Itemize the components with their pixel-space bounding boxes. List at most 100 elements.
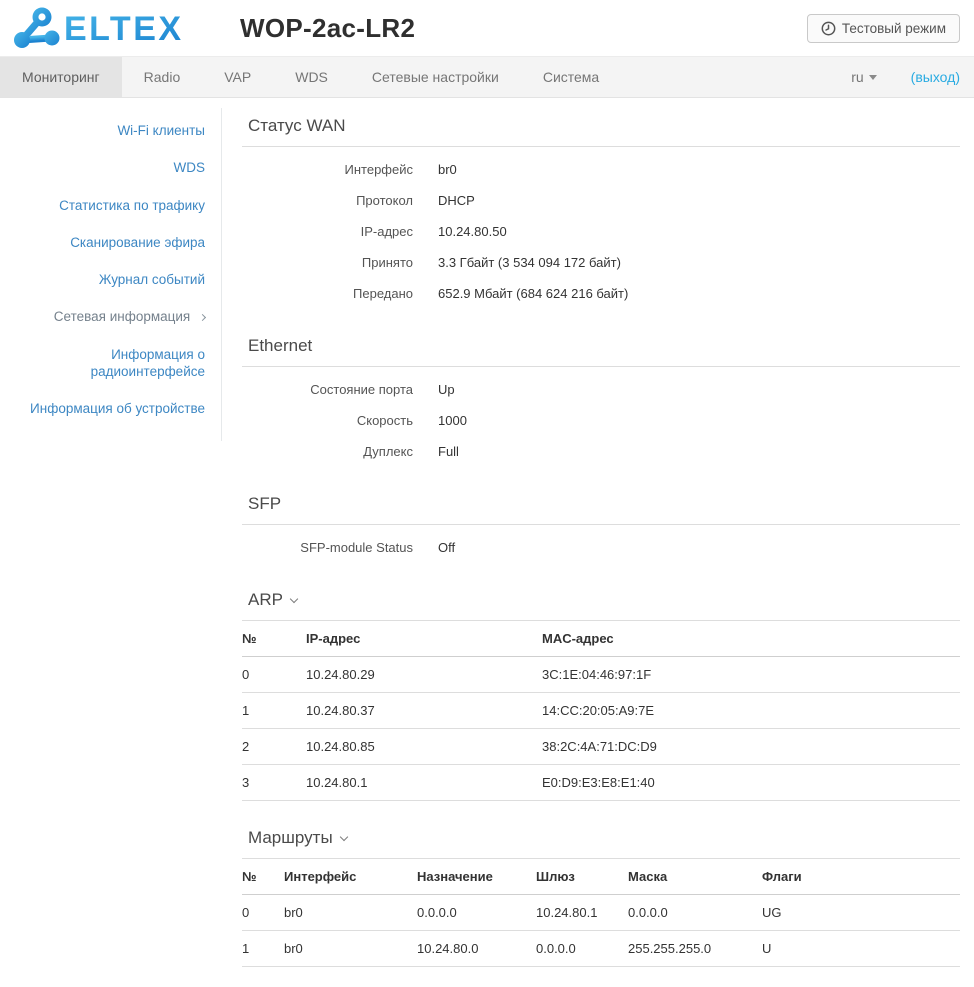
arp-cell-mac: 38:2C:4A:71:DC:D9	[542, 728, 960, 765]
arp-cell-ip: 10.24.80.29	[306, 656, 542, 693]
arp-cell-mac: 14:CC:20:05:A9:7E	[542, 692, 960, 729]
routes-cell-number: 1	[242, 930, 284, 967]
routes-section-title: Маршруты	[242, 828, 960, 859]
sidebar-item-device-info[interactable]: Информация об устройстве	[0, 390, 221, 427]
arp-col-mac: MAC-адрес	[542, 621, 960, 657]
kv-label: Дуплекс	[363, 444, 413, 459]
sidebar-item-event-log[interactable]: Журнал событий	[0, 261, 221, 298]
kv-row-interface: Интерфейс br0	[242, 154, 960, 185]
tab-monitoring[interactable]: Мониторинг	[0, 57, 122, 97]
routes-cell-flags: U	[762, 930, 960, 967]
sidebar-item-air-scan[interactable]: Сканирование эфира	[0, 224, 221, 261]
eltex-logo: ELTEX	[10, 5, 186, 51]
test-mode-button[interactable]: Тестовый режим	[806, 13, 960, 43]
arp-cell-number: 0	[242, 656, 306, 693]
sidebar-item-wifi-clients[interactable]: Wi-Fi клиенты	[0, 112, 221, 149]
arp-cell-mac: E0:D9:E3:E8:E1:40	[542, 764, 960, 801]
sidebar-item-traffic-stats[interactable]: Статистика по трафику	[0, 187, 221, 224]
kv-value: 652.9 Мбайт (684 624 216 байт)	[438, 286, 629, 301]
routes-cell-destination: 10.24.80.0	[417, 930, 536, 967]
logout-link[interactable]: (выход)	[911, 69, 960, 85]
kv-value: Up	[438, 382, 455, 397]
kv-label: Состояние порта	[310, 382, 413, 397]
sidebar-item-network-info[interactable]: Сетевая информация	[0, 298, 221, 335]
kv-value: 10.24.80.50	[438, 224, 507, 239]
main-panel: Статус WAN Интерфейс br0 Протокол DHCP I…	[222, 98, 974, 987]
eltex-logo-icon: ELTEX	[14, 7, 184, 48]
routes-col-interface: Интерфейс	[284, 859, 417, 895]
sidebar-list: Wi-Fi клиенты WDS Статистика по трафику …	[0, 108, 222, 442]
kv-row-port-state: Состояние порта Up	[242, 374, 960, 405]
page-title: WOP-2ac-LR2	[240, 12, 416, 43]
eltex-wordmark: ELTEX	[64, 10, 184, 48]
sidebar-item-label: Сетевая информация	[53, 309, 191, 325]
kv-label: Передано	[353, 286, 413, 301]
language-value: ru	[851, 69, 864, 85]
sidebar: Wi-Fi клиенты WDS Статистика по трафику …	[0, 98, 222, 442]
table-row: 1 br0 10.24.80.0 0.0.0.0 255.255.255.0 U	[242, 930, 960, 967]
tab-wds[interactable]: WDS	[273, 57, 350, 97]
navbar-right: ru (выход)	[851, 57, 974, 97]
top-navbar: Мониторинг Radio VAP WDS Сетевые настрой…	[0, 56, 974, 98]
tab-vap[interactable]: VAP	[202, 57, 273, 97]
routes-cell-interface: br0	[284, 930, 417, 967]
routes-cell-flags: UG	[762, 894, 960, 931]
clock-icon	[821, 21, 836, 35]
chevron-down-icon[interactable]	[339, 832, 348, 842]
kv-value: 3.3 Гбайт (3 534 094 172 байт)	[438, 255, 621, 270]
table-row: 1 10.24.80.37 14:CC:20:05:A9:7E	[242, 692, 960, 729]
routes-table: № Интерфейс Назначение Шлюз Маска Флаги …	[242, 859, 960, 967]
arp-cell-number: 2	[242, 728, 306, 765]
tab-system[interactable]: Система	[521, 57, 621, 97]
kv-row-transmitted: Передано 652.9 Мбайт (684 624 216 байт)	[242, 278, 960, 309]
routes-header-row: № Интерфейс Назначение Шлюз Маска Флаги	[242, 859, 960, 895]
kv-label: Скорость	[356, 413, 413, 428]
chevron-right-icon	[198, 314, 207, 322]
content-area: Wi-Fi клиенты WDS Статистика по трафику …	[0, 98, 974, 987]
arp-section-title: ARP	[242, 590, 960, 621]
test-mode-label: Тестовый режим	[841, 20, 946, 36]
kv-row-received: Принято 3.3 Гбайт (3 534 094 172 байт)	[242, 247, 960, 278]
sfp-section-title: SFP	[242, 494, 960, 525]
arp-cell-number: 3	[242, 764, 306, 801]
kv-row-sfp-status: SFP-module Status Off	[242, 532, 960, 563]
kv-row-duplex: Дуплекс Full	[242, 436, 960, 467]
language-dropdown[interactable]: ru	[851, 69, 877, 85]
sidebar-item-radio-info[interactable]: Информация о радиоинтерфейсе	[0, 336, 221, 391]
table-row: 0 br0 0.0.0.0 10.24.80.1 0.0.0.0 UG	[242, 894, 960, 931]
kv-label: Принято	[361, 255, 413, 270]
routes-col-flags: Флаги	[762, 859, 960, 895]
kv-row-ip-address: IP-адрес 10.24.80.50	[242, 216, 960, 247]
routes-col-mask: Маска	[628, 859, 762, 895]
routes-col-gateway: Шлюз	[536, 859, 628, 895]
sfp-list: SFP-module Status Off	[242, 525, 960, 563]
caret-down-icon	[868, 74, 877, 80]
routes-col-number: №	[242, 859, 284, 895]
routes-cell-destination: 0.0.0.0	[417, 894, 536, 931]
routes-cell-number: 0	[242, 894, 284, 931]
wan-status-list: Интерфейс br0 Протокол DHCP IP-адрес 10.…	[242, 147, 960, 309]
kv-value: br0	[438, 162, 457, 177]
kv-row-speed: Скорость 1000	[242, 405, 960, 436]
chevron-down-icon[interactable]	[289, 594, 299, 604]
routes-cell-gateway: 10.24.80.1	[536, 894, 628, 931]
routes-cell-mask: 255.255.255.0	[628, 930, 762, 967]
wan-status-section-title: Статус WAN	[242, 116, 960, 147]
tab-radio[interactable]: Radio	[122, 57, 203, 97]
kv-label: IP-адрес	[360, 224, 413, 239]
routes-cell-gateway: 0.0.0.0	[536, 930, 628, 967]
kv-label: SFP-module Status	[300, 540, 413, 555]
sidebar-item-wds[interactable]: WDS	[0, 149, 221, 186]
routes-cell-mask: 0.0.0.0	[628, 894, 762, 931]
routes-col-destination: Назначение	[417, 859, 536, 895]
routes-section: Маршруты № Интерфейс Назначение Шлюз Мас…	[242, 828, 960, 967]
kv-value: Full	[438, 444, 459, 459]
kv-value: 1000	[438, 413, 467, 428]
arp-cell-ip: 10.24.80.37	[306, 692, 542, 729]
kv-value: Off	[438, 540, 456, 555]
table-row: 2 10.24.80.85 38:2C:4A:71:DC:D9	[242, 728, 960, 765]
arp-col-ip: IP-адрес	[306, 621, 542, 657]
kv-label: Протокол	[356, 193, 413, 208]
kv-value: DHCP	[438, 193, 475, 208]
tab-network-settings[interactable]: Сетевые настройки	[350, 57, 521, 97]
